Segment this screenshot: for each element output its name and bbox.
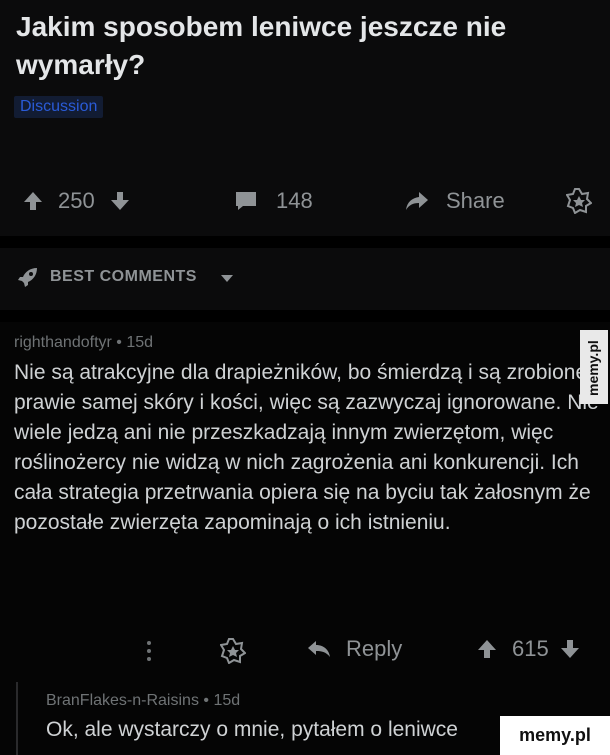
reply-arrow-icon xyxy=(306,639,332,659)
comment-sort-bar[interactable]: BEST COMMENTS xyxy=(0,248,610,310)
comment-thread: righthandoftyr • 15d Nie są atrakcyjne d… xyxy=(0,322,610,755)
rocket-icon xyxy=(16,265,40,289)
comment-author[interactable]: righthandoftyr xyxy=(14,334,112,351)
reply-author[interactable]: BranFlakes-n-Raisins xyxy=(46,692,199,709)
share-icon xyxy=(404,190,430,212)
comment-meta: righthandoftyr • 15d xyxy=(14,334,153,352)
reply-label: Reply xyxy=(346,636,403,661)
comment-upvote-icon[interactable] xyxy=(476,638,498,660)
section-separator xyxy=(0,236,610,248)
comment-downvote-icon[interactable] xyxy=(559,638,581,660)
reply-age: 15d xyxy=(213,692,241,709)
comment-icon xyxy=(234,190,258,212)
post-flair[interactable]: Discussion xyxy=(14,96,104,118)
share-label: Share xyxy=(446,188,505,213)
meta-dot: • xyxy=(116,334,127,351)
post-vote-group: 250 xyxy=(22,188,131,214)
post-comments-button[interactable]: 148 xyxy=(234,188,313,214)
sort-label: BEST COMMENTS xyxy=(50,268,197,285)
upvote-icon[interactable] xyxy=(22,190,44,212)
comment-vote-group: 615 xyxy=(476,636,581,662)
watermark-bottom: memy.pl xyxy=(500,716,610,755)
downvote-icon[interactable] xyxy=(109,190,131,212)
reply-body: Ok, ale wystarczy o mnie, pytałem o leni… xyxy=(46,718,458,741)
comment-award-icon[interactable] xyxy=(220,638,246,664)
more-options-icon[interactable] xyxy=(146,640,152,662)
post-comment-count: 148 xyxy=(276,188,313,213)
comment-vote-count: 615 xyxy=(512,636,549,661)
watermark-side: memy.pl xyxy=(580,330,608,404)
post-card: Jakim sposobem leniwce jeszcze nie wymar… xyxy=(0,0,610,236)
share-button[interactable]: Share xyxy=(404,188,505,214)
reply-meta-dot: • xyxy=(203,692,214,709)
comment-age: 15d xyxy=(126,334,154,351)
post-actions: 250 148 Share xyxy=(0,180,610,224)
post-upvote-count: 250 xyxy=(58,188,95,213)
watermark-side-text: memy.pl xyxy=(585,340,601,396)
reply-meta: BranFlakes-n-Raisins • 15d xyxy=(46,692,240,710)
comment-actions: Reply 615 xyxy=(0,622,610,678)
comment-body: Nie są atrakcyjne dla drapieżników, bo ś… xyxy=(14,361,604,534)
reply-button[interactable]: Reply xyxy=(306,636,402,662)
award-icon xyxy=(566,188,592,214)
post-title[interactable]: Jakim sposobem leniwce jeszcze nie wymar… xyxy=(16,8,576,84)
chevron-down-icon xyxy=(220,274,234,284)
award-button[interactable] xyxy=(566,188,592,214)
